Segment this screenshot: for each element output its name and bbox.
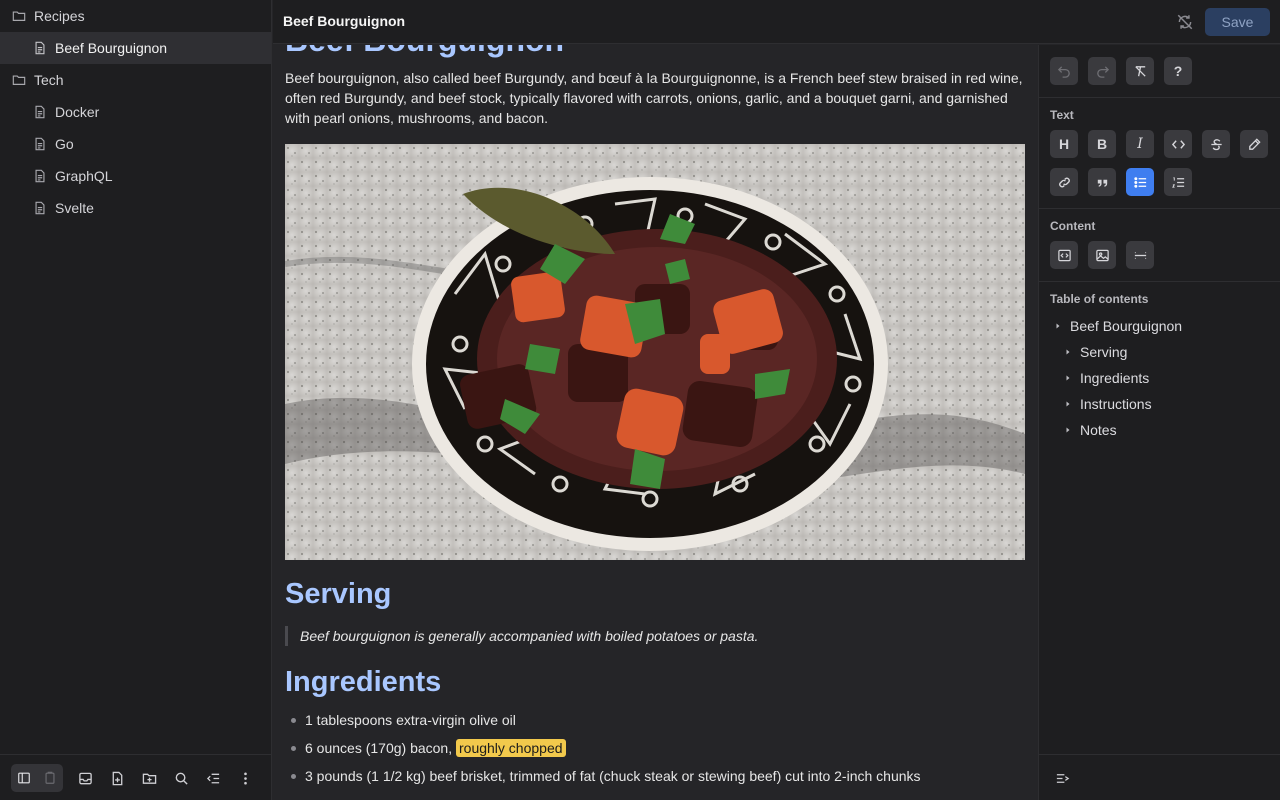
help-icon[interactable]: ? <box>1164 57 1192 85</box>
toc-item-label: Notes <box>1080 422 1117 438</box>
horizontal-rule-icon[interactable] <box>1126 241 1154 269</box>
intro-paragraph: Beef bourguignon, also called beef Burgu… <box>285 70 1023 126</box>
sidebar: Recipes Beef Bourguignon Tech Docker Go … <box>0 0 272 800</box>
sidebar-note-go[interactable]: Go <box>0 128 271 160</box>
ingredients-heading: Ingredients <box>285 666 442 698</box>
sidebar-footer <box>0 754 271 800</box>
toc-item[interactable]: Beef Bourguignon <box>1054 316 1182 336</box>
folder-icon <box>12 9 26 23</box>
bullet-list-icon[interactable] <box>1126 168 1154 196</box>
new-note-icon[interactable] <box>106 767 128 789</box>
toc-item[interactable]: Serving <box>1064 342 1127 362</box>
sidebar-folder-label: Tech <box>34 72 64 88</box>
beef-bourguignon-photo <box>285 144 1025 560</box>
text-section-label: Text <box>1050 108 1074 122</box>
new-folder-icon[interactable] <box>138 767 160 789</box>
list-item: 1 tablespoons extra-virgin olive oil <box>285 706 1025 734</box>
toc-item[interactable]: Notes <box>1064 420 1117 440</box>
panel-footer <box>1039 754 1280 800</box>
sidebar-note-label: Svelte <box>55 200 94 216</box>
document-icon <box>33 105 47 119</box>
caret-right-icon <box>1064 425 1074 435</box>
serving-heading: Serving <box>285 578 392 610</box>
search-icon[interactable] <box>170 767 192 789</box>
list-item: 6 ounces (170g) bacon, roughly chopped <box>285 734 1025 762</box>
collapse-list-icon[interactable] <box>202 767 224 789</box>
save-button[interactable]: Save <box>1205 8 1270 36</box>
undo-icon[interactable] <box>1050 57 1078 85</box>
document-icon <box>33 169 47 183</box>
divider <box>1039 281 1280 282</box>
image-icon[interactable] <box>1088 241 1116 269</box>
document-icon <box>33 41 47 55</box>
list-item-text: 1 tablespoons extra-virgin olive oil <box>305 712 516 728</box>
sidebar-note-label: GraphQL <box>55 168 113 184</box>
sidebar-folder-recipes[interactable]: Recipes <box>0 0 271 32</box>
editor-header: Beef Bourguignon Save <box>273 0 1280 44</box>
inbox-icon[interactable] <box>74 767 96 789</box>
sidebar-layout-icon[interactable] <box>11 764 37 792</box>
code-icon[interactable] <box>1164 130 1192 158</box>
toc-section-label: Table of contents <box>1050 292 1149 306</box>
sidebar-folder-label: Recipes <box>34 8 85 24</box>
formatting-panel: ? Text H B I Content Table of contents B… <box>1038 45 1280 800</box>
sidebar-note-beef-bourguignon[interactable]: Beef Bourguignon <box>0 32 271 64</box>
sidebar-note-svelte[interactable]: Svelte <box>0 192 271 224</box>
more-vertical-icon[interactable] <box>234 767 256 789</box>
sidebar-note-label: Docker <box>55 104 100 120</box>
document-icon <box>33 137 47 151</box>
sidebar-note-docker[interactable]: Docker <box>0 96 271 128</box>
sidebar-note-label: Beef Bourguignon <box>55 40 168 56</box>
sidebar-note-label: Go <box>55 136 74 152</box>
content-section-label: Content <box>1050 219 1096 233</box>
caret-right-icon <box>1064 347 1074 357</box>
clipboard-icon[interactable] <box>37 764 63 792</box>
document-title: Beef Bourguignon <box>285 45 1025 58</box>
serving-quote: Beef bourguignon is generally accompanie… <box>285 626 1025 646</box>
sync-off-icon[interactable] <box>1176 13 1194 31</box>
italic-icon[interactable]: I <box>1126 130 1154 158</box>
bold-icon[interactable]: B <box>1088 130 1116 158</box>
list-item: 3 pounds (1 1/2 kg) beef brisket, trimme… <box>285 762 1025 790</box>
clear-format-icon[interactable] <box>1126 57 1154 85</box>
toc-item[interactable]: Ingredients <box>1064 368 1149 388</box>
redo-icon[interactable] <box>1088 57 1116 85</box>
editor-content[interactable]: Beef Bourguignon Beef bourguignon, also … <box>273 45 1037 800</box>
quote-icon[interactable] <box>1088 168 1116 196</box>
highlighted-text: roughly chopped <box>456 739 566 757</box>
highlight-pen-icon[interactable] <box>1240 130 1268 158</box>
list-item-text: 3 pounds (1 1/2 kg) beef brisket, trimme… <box>305 768 921 784</box>
sidebar-note-graphql[interactable]: GraphQL <box>0 160 271 192</box>
caret-right-icon <box>1064 373 1074 383</box>
ingredients-list: 1 tablespoons extra-virgin olive oil 6 o… <box>285 706 1025 790</box>
document-icon <box>33 201 47 215</box>
toc-item-label: Ingredients <box>1080 370 1150 386</box>
strikethrough-icon[interactable] <box>1202 130 1230 158</box>
ordered-list-icon[interactable] <box>1164 168 1192 196</box>
divider <box>1039 208 1280 209</box>
code-block-icon[interactable] <box>1050 241 1078 269</box>
caret-right-icon <box>1064 399 1074 409</box>
heading-icon[interactable]: H <box>1050 130 1078 158</box>
view-toggle <box>11 764 63 792</box>
page-title: Beef Bourguignon <box>283 13 406 29</box>
list-item-text: 6 ounces (170g) bacon, <box>305 740 456 756</box>
toc-item-label: Serving <box>1080 344 1128 360</box>
toc-item[interactable]: Instructions <box>1064 394 1152 414</box>
link-icon[interactable] <box>1050 168 1078 196</box>
toc-item-label: Beef Bourguignon <box>1070 318 1183 334</box>
caret-right-icon <box>1054 321 1064 331</box>
divider <box>1039 97 1280 98</box>
toc-item-label: Instructions <box>1080 396 1152 412</box>
sidebar-folder-tech[interactable]: Tech <box>0 64 271 96</box>
folder-icon <box>12 73 26 87</box>
toc-toggle-icon[interactable] <box>1051 767 1073 789</box>
